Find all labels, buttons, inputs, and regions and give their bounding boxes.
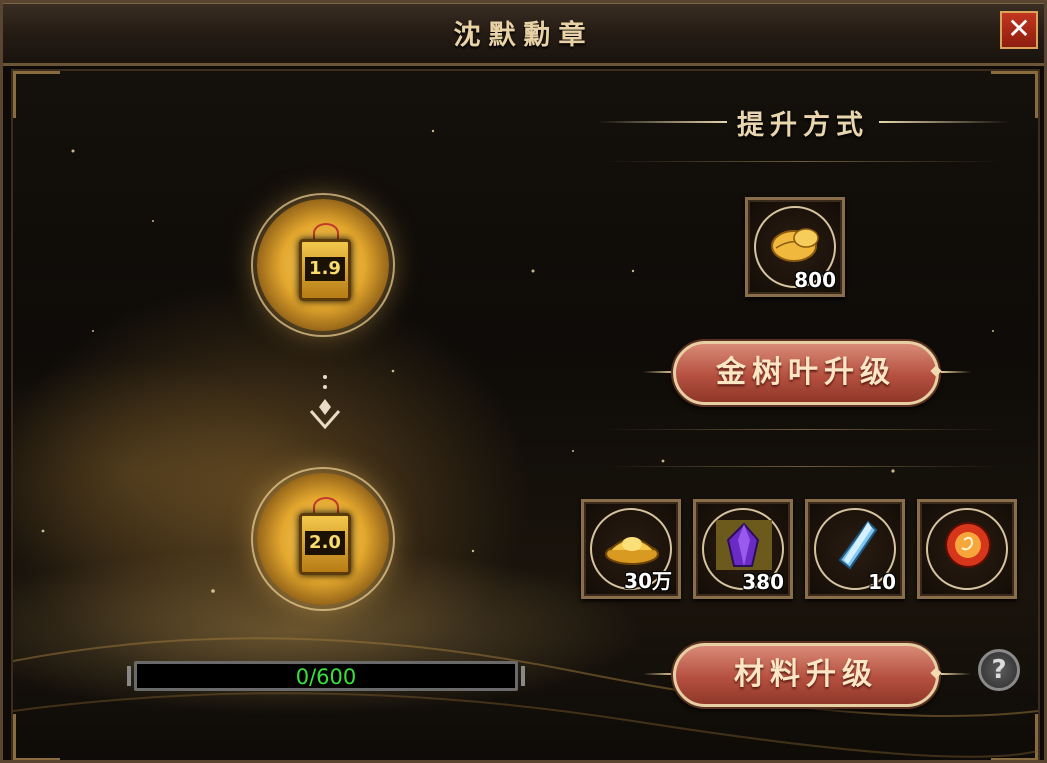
material-slot[interactable]: 30万 <box>581 499 681 599</box>
material-slot[interactable]: 380 <box>693 499 793 599</box>
purple-crystal-icon <box>716 520 772 570</box>
gold-leaf-icon <box>771 228 819 262</box>
corner-ornament <box>13 71 60 118</box>
current-medal: 1.9 <box>251 193 395 337</box>
material-slot[interactable]: 10 <box>805 499 905 599</box>
help-button[interactable]: ? <box>978 649 1020 691</box>
medal-cord-icon <box>313 223 339 243</box>
material-quantity: 380 <box>742 570 784 594</box>
medal-cord-icon <box>313 497 339 517</box>
material-slot[interactable] <box>917 499 1017 599</box>
blue-shard-icon <box>838 520 878 570</box>
button-ornament <box>941 673 971 675</box>
material-quantity: 10 <box>868 570 896 594</box>
window-title: 沈默勳章 <box>453 20 594 51</box>
next-level-label: 2.0 <box>305 531 345 555</box>
material-quantity: 30万 <box>624 569 672 593</box>
next-medal: 2.0 <box>251 467 395 611</box>
medal-badge-icon: 1.9 <box>299 239 351 301</box>
gold-leaf-quantity: 800 <box>794 268 836 292</box>
title-bar: 沈默勳章 ✕ <box>3 3 1044 66</box>
close-button[interactable]: ✕ <box>1000 11 1038 49</box>
medal-window: 沈默勳章 ✕ 1.9 2.0 0/600 提升方式 800 金树叶升级 30万 … <box>0 0 1047 763</box>
current-level-label: 1.9 <box>305 257 345 281</box>
main-panel: 1.9 2.0 0/600 提升方式 800 金树叶升级 30万 380 10 … <box>11 69 1040 760</box>
gold-leaf-slot[interactable]: 800 <box>745 197 845 297</box>
divider <box>603 161 1003 162</box>
button-ornament <box>643 673 673 675</box>
progress-bar: 0/600 <box>127 661 525 691</box>
corner-ornament <box>991 714 1038 760</box>
gold-ingot-icon <box>605 537 659 565</box>
upgrade-section-header: 提升方式 <box>593 103 1013 143</box>
corner-ornament <box>13 714 60 760</box>
medal-badge-icon: 2.0 <box>299 513 351 575</box>
fire-orb-icon <box>945 522 991 568</box>
gold-leaf-upgrade-button[interactable]: 金树叶升级 <box>673 341 939 405</box>
divider <box>603 466 1003 467</box>
button-ornament <box>643 371 673 373</box>
button-ornament <box>941 371 971 373</box>
divider <box>603 429 1003 430</box>
chevron-down-icon <box>309 375 341 430</box>
material-upgrade-button[interactable]: 材料升级 <box>673 643 939 707</box>
ornament-divider <box>879 121 1009 123</box>
progress-text: 0/600 <box>295 665 357 689</box>
